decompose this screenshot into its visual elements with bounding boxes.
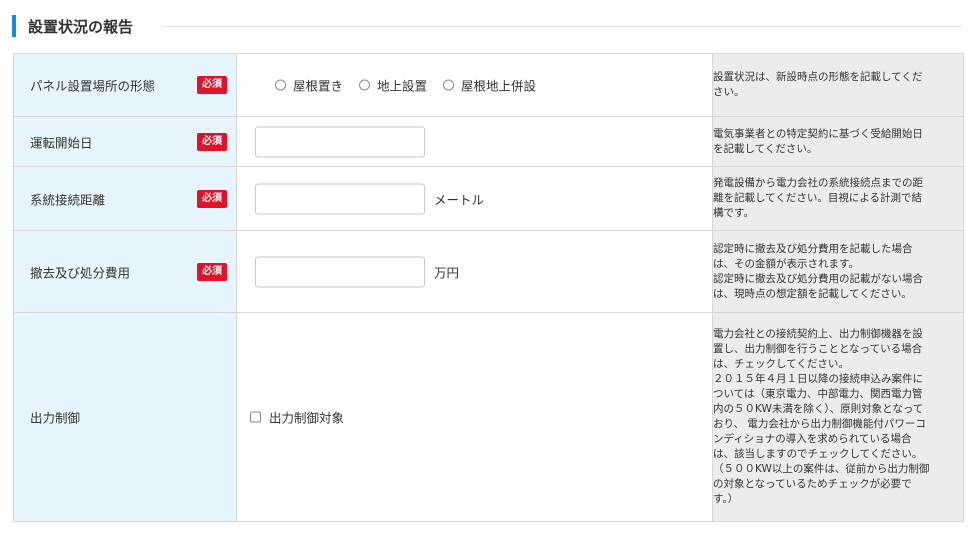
section-accent-bar bbox=[12, 15, 16, 37]
radio-roof-and-ground[interactable]: 屋根地上併設 bbox=[443, 76, 536, 95]
start-date-input[interactable] bbox=[255, 126, 425, 157]
removal-cost-input[interactable] bbox=[255, 256, 425, 287]
note-line: ついては（東京電力、中部電力、関西電力管 bbox=[713, 388, 923, 400]
required-badge: 必須 bbox=[197, 132, 227, 151]
row-output-control: 出力制御 出力制御対象 電力会社との接続契約上、出力制御機器を設 置し、出力制御… bbox=[13, 312, 964, 522]
section-divider bbox=[162, 26, 962, 27]
row-grid-distance: 系統接続距離 必須 メートル 発電設備から電力会社の系統接続点までの距 離を記載… bbox=[13, 166, 964, 231]
note-line: 設置状況は、新設時点の形態を記載してくだ bbox=[713, 71, 923, 83]
note-cell: 発電設備から電力会社の系統接続点までの距 離を記載してください。目視による計測で… bbox=[712, 166, 964, 231]
note-line: 離を記載してください。目視による計測で結 bbox=[713, 192, 923, 204]
radio-roof-and-ground-label: 屋根地上併設 bbox=[461, 78, 537, 94]
note-line: は、その金額が表示されます。 bbox=[713, 257, 859, 270]
section-title: 設置状況の報告 bbox=[28, 18, 134, 36]
checkbox-icon[interactable] bbox=[250, 411, 261, 423]
note-line: 認定時に撤去及び処分費用を記載した場合 bbox=[713, 242, 913, 255]
required-badge: 必須 bbox=[197, 262, 227, 281]
note-cell: 設置状況は、新設時点の形態を記載してくだ さい。 bbox=[712, 53, 964, 117]
section-header: 設置状況の報告 bbox=[12, 13, 962, 39]
note-line: ２０１５年４月１日以降の接続申込み案件に bbox=[713, 373, 923, 385]
radio-circle-icon[interactable] bbox=[359, 79, 371, 91]
note-line: ンディショナの導入を求められている場合 bbox=[713, 433, 912, 445]
label-cell: 撤去及び処分費用 必須 bbox=[13, 230, 237, 313]
note-cell: 電力会社との接続契約上、出力制御機器を設 置し、出力制御を行うこととなっている場… bbox=[712, 312, 964, 522]
row-removal-cost: 撤去及び処分費用 必須 万円 認定時に撤去及び処分費用を記載した場合 は、その金… bbox=[13, 230, 964, 313]
note-line: を記載してください。 bbox=[713, 142, 818, 155]
label-cell: 運転開始日 必須 bbox=[13, 116, 237, 167]
grid-distance-label: 系統接続距離 bbox=[30, 192, 106, 207]
input-cell: 屋根置き 地上設置 屋根地上併設 bbox=[236, 53, 713, 117]
distance-unit: メートル bbox=[434, 192, 485, 207]
installation-form-table: パネル設置場所の形態 必須 屋根置き 地上設置 屋根地上併設 設置状況は、新設時… bbox=[13, 53, 964, 522]
label-cell: パネル設置場所の形態 必須 bbox=[13, 53, 237, 117]
grid-distance-input[interactable] bbox=[255, 183, 425, 214]
radio-circle-icon[interactable] bbox=[443, 79, 455, 91]
output-control-checkbox-label: 出力制御対象 bbox=[269, 410, 345, 426]
note-line: す。） bbox=[713, 493, 739, 505]
note-line: 認定時に撤去及び処分費用の記載がない場合 bbox=[713, 272, 923, 285]
note-line: 発電設備から電力会社の系統接続点までの距 bbox=[713, 177, 923, 189]
note-line: さい。 bbox=[713, 86, 745, 98]
note-cell: 認定時に撤去及び処分費用を記載した場合 は、その金額が表示されます。 認定時に撤… bbox=[712, 230, 964, 313]
note-line: の対象となっているためチェックが必要で bbox=[713, 478, 912, 490]
radio-roof-label: 屋根置き bbox=[293, 78, 344, 94]
note-line: 電気事業者との特定契約に基づく受給開始日 bbox=[713, 127, 923, 140]
output-control-label: 出力制御 bbox=[30, 410, 81, 426]
row-panel-location: パネル設置場所の形態 必須 屋根置き 地上設置 屋根地上併設 設置状況は、新設時… bbox=[13, 53, 964, 117]
radio-ground[interactable]: 地上設置 bbox=[359, 76, 427, 95]
note-line: 電力会社との接続契約上、出力制御機器を設 bbox=[713, 328, 923, 340]
note-line: 置し、出力制御を行うこととなっている場合 bbox=[713, 343, 923, 355]
note-line: おり、 電力会社から出力制御機能付パワーコ bbox=[713, 418, 926, 430]
label-cell: 系統接続距離 必須 bbox=[13, 166, 237, 231]
input-cell bbox=[236, 116, 713, 167]
panel-location-radio-group: 屋根置き 地上設置 屋根地上併設 bbox=[275, 76, 552, 95]
radio-roof[interactable]: 屋根置き bbox=[275, 76, 343, 95]
note-line: は、該当しますのでチェックしてください。 bbox=[713, 448, 923, 460]
note-line: は、チェックしてください。 bbox=[713, 358, 849, 370]
input-cell: 出力制御対象 bbox=[236, 312, 713, 522]
radio-circle-icon[interactable] bbox=[275, 79, 286, 91]
label-cell: 出力制御 bbox=[13, 312, 237, 522]
row-start-date: 運転開始日 必須 電気事業者との特定契約に基づく受給開始日 を記載してください。 bbox=[13, 116, 964, 167]
note-cell: 電気事業者との特定契約に基づく受給開始日 を記載してください。 bbox=[712, 116, 964, 167]
start-date-label: 運転開始日 bbox=[30, 135, 93, 150]
required-badge: 必須 bbox=[197, 76, 227, 94]
cost-unit: 万円 bbox=[434, 265, 460, 280]
note-line: 内の５０KW未満を除く）、原則対象となって bbox=[713, 403, 924, 415]
note-line: は、現時点の想定額を記載してください。 bbox=[713, 287, 912, 300]
panel-location-label: パネル設置場所の形態 bbox=[30, 78, 156, 94]
removal-cost-label: 撤去及び処分費用 bbox=[30, 265, 131, 280]
note-line: （５００KW以上の案件は、従前から出力制御 bbox=[713, 463, 930, 475]
input-cell: メートル bbox=[236, 166, 713, 231]
input-cell: 万円 bbox=[236, 230, 713, 313]
required-badge: 必須 bbox=[197, 189, 227, 208]
radio-ground-label: 地上設置 bbox=[377, 78, 428, 94]
output-control-checkbox[interactable]: 出力制御対象 bbox=[250, 408, 344, 427]
note-line: 構です。 bbox=[713, 207, 754, 219]
